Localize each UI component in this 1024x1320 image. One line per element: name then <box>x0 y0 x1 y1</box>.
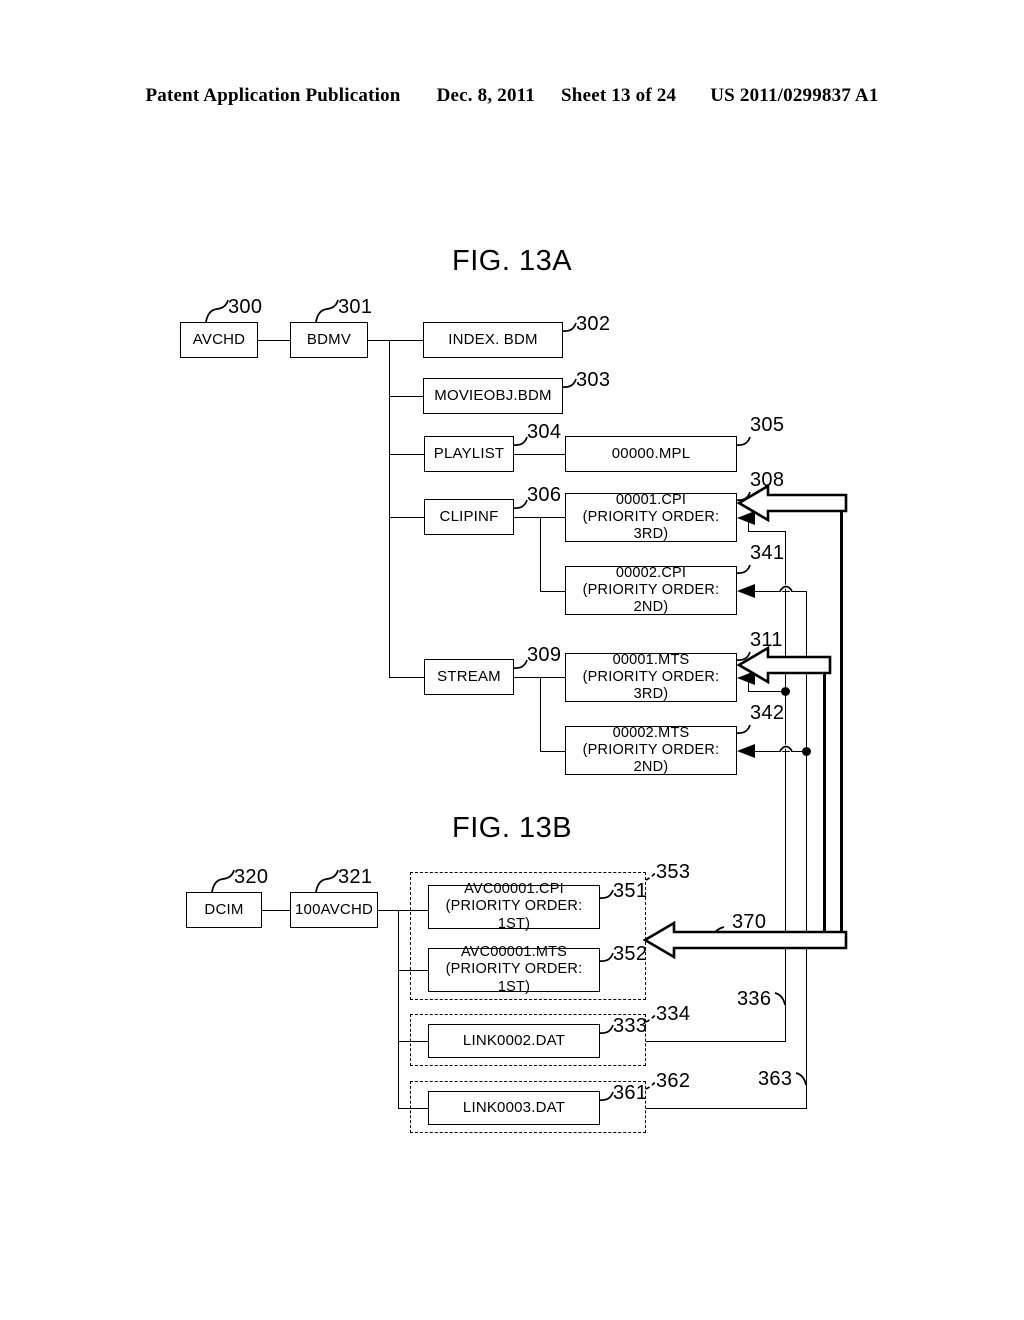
wire-336-vertical <box>785 531 786 1041</box>
node-link0002-dat: LINK0002.DAT <box>428 1024 600 1058</box>
node-dcim: DCIM <box>186 892 262 928</box>
node-00001-cpi: 00001.CPI (PRIORITY ORDER: 3RD) <box>565 491 737 543</box>
node-link0003-dat: LINK0003.DAT <box>428 1091 600 1125</box>
edge-stream-mts2 <box>540 751 565 752</box>
node-avc00001-mts: AVC00001.MTS (PRIORITY ORDER: 1ST) <box>428 944 600 995</box>
node-00000-mpl: 00000.MPL <box>565 436 737 472</box>
ref-320: 320 <box>234 866 269 888</box>
ref-305: 305 <box>750 414 785 436</box>
node-avc00001-mts-label: AVC00001.MTS <box>460 944 568 961</box>
node-bdmv: BDMV <box>290 322 368 358</box>
ref-306: 306 <box>527 484 562 506</box>
wire-363-vertical <box>806 591 807 1109</box>
wire-336-branch-mts2 <box>745 751 786 752</box>
ref-342: 342 <box>750 702 785 724</box>
edge-trunk-link3 <box>398 1108 428 1109</box>
node-00002-mts-label: 00002.MTS <box>612 724 690 741</box>
arrowhead-mts1 <box>737 671 755 685</box>
ref-302: 302 <box>576 313 611 335</box>
wire-336-branch-cpi1 <box>748 531 786 532</box>
fig-13b-title: FIG. 13B <box>452 812 573 844</box>
node-00002-cpi: 00002.CPI (PRIORITY ORDER: 2ND) <box>565 564 737 616</box>
node-avchd: AVCHD <box>180 322 258 358</box>
wire-370-mid-vertical <box>823 659 826 935</box>
fig-13a-title: FIG. 13A <box>452 245 573 277</box>
ref-370: 370 <box>732 911 767 933</box>
edge-trunk-stream <box>389 677 424 678</box>
ref-351: 351 <box>613 880 648 902</box>
junction-dot-mts2 <box>802 747 811 756</box>
node-00002-mts: 00002.MTS (PRIORITY ORDER: 2ND) <box>565 724 737 776</box>
ref-362: 362 <box>656 1070 691 1092</box>
trunk-bdmv <box>389 340 390 678</box>
node-index-bdm: INDEX. BDM <box>423 322 563 358</box>
trunk-100avchd <box>398 910 399 1108</box>
header-publication: Patent Application Publication <box>145 85 401 106</box>
edge-bdmv-trunk <box>368 340 423 341</box>
ref-353: 353 <box>656 861 691 883</box>
wire-336-horizontal <box>646 1041 786 1042</box>
node-00001-cpi-priority: (PRIORITY ORDER: 3RD) <box>582 508 720 543</box>
edge-trunk-link2 <box>398 1041 428 1042</box>
header-date: Dec. 8, 2011 <box>436 85 536 106</box>
arrowhead-cpi1 <box>737 511 755 525</box>
wire-370-bottom-horizontal <box>660 934 842 937</box>
header-docnum: US 2011/0299837 A1 <box>710 85 879 106</box>
node-avc00001-mts-priority: (PRIORITY ORDER: 1ST) <box>445 961 583 995</box>
edge-trunk-clipinf <box>389 517 424 518</box>
edge-playlist-mpl <box>514 454 565 455</box>
wire-370-main-vertical <box>840 497 843 935</box>
wire-336-jog-mts1 <box>748 678 749 692</box>
ref-311: 311 <box>750 629 783 651</box>
edge-trunk-playlist <box>389 454 424 455</box>
edge-clipinf-cpi2 <box>540 591 565 592</box>
wire-370-mid-horizontal <box>752 659 824 662</box>
ref-334: 334 <box>656 1003 691 1025</box>
edge-100avchd-trunk <box>378 910 428 911</box>
node-avc00001-cpi-label: AVC00001.CPI <box>464 881 564 898</box>
subtrunk-stream <box>540 677 541 751</box>
node-00001-mts: 00001.MTS (PRIORITY ORDER: 3RD) <box>565 651 737 703</box>
edge-trunk-movieobj <box>389 396 423 397</box>
ref-309: 309 <box>527 644 562 666</box>
subtrunk-clipinf <box>540 517 541 591</box>
ref-352: 352 <box>613 943 648 965</box>
ref-341: 341 <box>750 542 785 564</box>
wire-336-branch-cpi2 <box>745 591 786 592</box>
wire-363-branch-cpi2 <box>786 591 807 592</box>
ref-304: 304 <box>527 421 562 443</box>
wire-363-horizontal <box>646 1108 806 1109</box>
page-header: Patent Application Publication Dec. 8, 20… <box>0 85 1024 107</box>
node-00001-mts-priority: (PRIORITY ORDER: 3RD) <box>582 668 720 703</box>
edge-avchd-bdmv <box>258 340 290 341</box>
node-00002-cpi-label: 00002.CPI <box>615 564 687 581</box>
wire-370-top-horizontal <box>752 497 842 500</box>
node-00002-cpi-priority: (PRIORITY ORDER: 2ND) <box>582 581 720 616</box>
junction-dot-mts1 <box>781 687 790 696</box>
ref-361: 361 <box>613 1082 648 1104</box>
node-playlist: PLAYLIST <box>424 436 514 472</box>
node-stream: STREAM <box>424 659 514 695</box>
node-100avchd: 100AVCHD <box>290 892 378 928</box>
ref-363: 363 <box>758 1068 793 1090</box>
ref-333: 333 <box>613 1015 648 1037</box>
ref-303: 303 <box>576 369 611 391</box>
node-avc00001-cpi: AVC00001.CPI (PRIORITY ORDER: 1ST) <box>428 881 600 932</box>
node-movieobj-bdm: MOVIEOBJ.BDM <box>423 378 563 414</box>
node-00001-cpi-label: 00001.CPI <box>615 491 687 508</box>
header-sheet: Sheet 13 of 24 <box>561 85 677 106</box>
ref-301: 301 <box>338 296 373 318</box>
node-clipinf: CLIPINF <box>424 499 514 535</box>
node-00001-mts-label: 00001.MTS <box>612 651 690 668</box>
node-avc00001-cpi-priority: (PRIORITY ORDER: 1ST) <box>445 898 583 932</box>
wire-336-jog-cpi1 <box>748 518 749 532</box>
edge-dcim-100avchd <box>262 910 290 911</box>
ref-321: 321 <box>338 866 373 888</box>
ref-336: 336 <box>737 988 772 1010</box>
edge-trunk-avcmts <box>398 970 428 971</box>
ref-308: 308 <box>750 469 785 491</box>
node-00002-mts-priority: (PRIORITY ORDER: 2ND) <box>582 741 720 776</box>
ref-300: 300 <box>228 296 263 318</box>
